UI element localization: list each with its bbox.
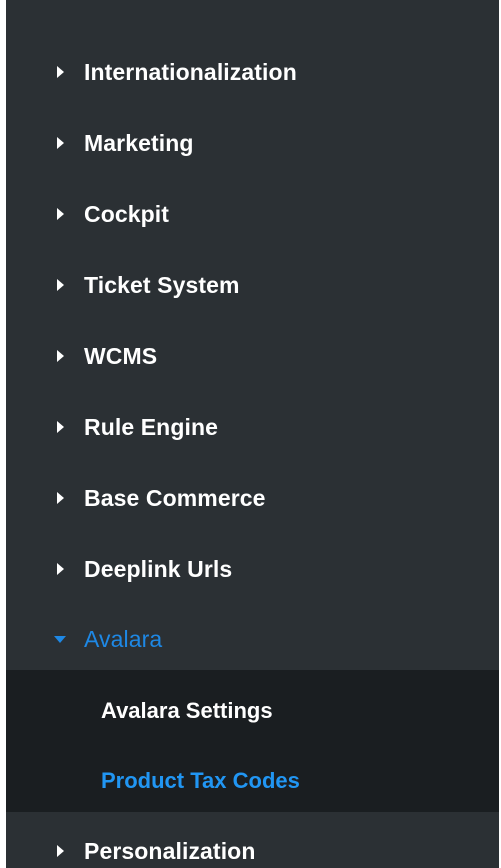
sub-item-avalara-settings[interactable]: Avalara Settings [6,691,499,731]
caret-right-icon [53,349,67,363]
nav-item-label: Avalara [84,625,163,652]
nav-item-cockpit[interactable]: Cockpit [6,194,499,234]
nav-item-internationalization[interactable]: Internationalization [6,52,499,92]
nav-item-label: Deeplink Urls [84,555,233,582]
nav-item-avalara[interactable]: Avalara [6,619,499,659]
navigation-tree: Internationalization Marketing Cockpit T… [6,0,499,868]
sub-item-label: Product Tax Codes [101,768,300,793]
nav-item-label: Marketing [84,129,194,156]
sub-item-product-tax-codes[interactable]: Product Tax Codes [6,761,499,801]
caret-right-icon [53,65,67,79]
avalara-submenu: Avalara Settings Product Tax Codes [6,670,499,812]
nav-item-label: Base Commerce [84,484,266,511]
nav-item-wcms[interactable]: WCMS [6,336,499,376]
nav-item-label: Cockpit [84,200,170,227]
window-frame: Internationalization Marketing Cockpit T… [0,0,501,868]
caret-right-icon [53,491,67,505]
nav-item-label: Personalization [84,837,256,864]
caret-right-icon [53,136,67,150]
caret-right-icon [53,420,67,434]
nav-item-ticket-system[interactable]: Ticket System [6,265,499,305]
caret-right-icon [53,844,67,858]
caret-right-icon [53,207,67,221]
caret-right-icon [53,278,67,292]
nav-item-label: WCMS [84,342,158,369]
nav-item-rule-engine[interactable]: Rule Engine [6,407,499,447]
nav-item-label: Ticket System [84,271,240,298]
caret-down-icon [53,632,67,646]
nav-item-marketing[interactable]: Marketing [6,123,499,163]
sub-item-label: Avalara Settings [101,698,273,723]
nav-item-base-commerce[interactable]: Base Commerce [6,478,499,518]
nav-item-label: Rule Engine [84,413,219,440]
nav-item-label: Internationalization [84,58,297,85]
nav-item-personalization[interactable]: Personalization [6,831,499,868]
nav-item-deeplink-urls[interactable]: Deeplink Urls [6,549,499,589]
caret-right-icon [53,562,67,576]
